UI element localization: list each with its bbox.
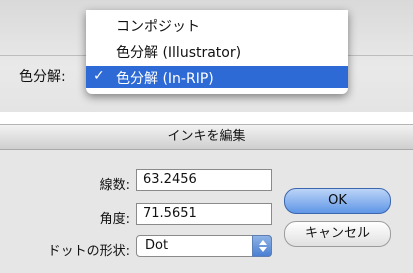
edit-ink-dialog: インキを編集 線数: 63.2456 角度: 71.5651 ドットの形状: D… bbox=[0, 124, 413, 273]
menu-item-composite[interactable]: コンポジット bbox=[86, 14, 348, 36]
menu-item-separation-in-rip[interactable]: ✓ 色分解 (In-RIP) bbox=[86, 66, 348, 88]
ok-button[interactable]: OK bbox=[284, 188, 391, 214]
cancel-button[interactable]: キャンセル bbox=[284, 221, 391, 247]
screen-ruling-field[interactable]: 63.2456 bbox=[136, 169, 272, 191]
separation-label: 色分解: bbox=[19, 69, 66, 85]
up-down-arrows-icon bbox=[259, 240, 267, 252]
dot-shape-select[interactable]: Dot bbox=[136, 235, 272, 257]
angle-field[interactable]: 71.5651 bbox=[136, 203, 272, 225]
menu-item-label: コンポジット bbox=[116, 19, 200, 35]
dialog-title: インキを編集 bbox=[0, 125, 413, 150]
select-arrows bbox=[252, 235, 272, 257]
menu-item-label: 色分解 (In-RIP) bbox=[116, 71, 214, 87]
screen-ruling-label: 線数: bbox=[99, 178, 130, 193]
separation-popup-menu: コンポジット 色分解 (Illustrator) ✓ 色分解 (In-RIP) bbox=[86, 10, 348, 94]
menu-item-label: 色分解 (Illustrator) bbox=[116, 45, 242, 61]
separation-settings-panel: 色分解: コンポジット 色分解 (Illustrator) ✓ 色分解 (In-… bbox=[0, 0, 413, 112]
menu-item-separation-illustrator[interactable]: 色分解 (Illustrator) bbox=[86, 40, 348, 62]
dot-shape-label: ドットの形状: bbox=[47, 244, 130, 259]
dot-shape-value: Dot bbox=[145, 238, 169, 253]
angle-label: 角度: bbox=[99, 212, 130, 227]
checkmark-icon: ✓ bbox=[93, 68, 105, 84]
